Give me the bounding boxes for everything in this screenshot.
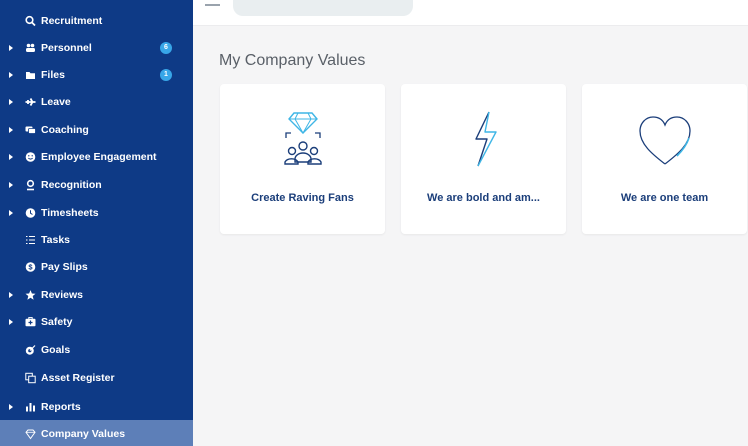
bar-chart-icon — [25, 401, 36, 412]
award-icon — [25, 179, 36, 190]
folder-icon — [25, 69, 36, 80]
sidebar-item-label: Timesheets — [41, 206, 99, 219]
sidebar: Recruitment Personnel 6 Files 1 Leave Co… — [0, 0, 193, 446]
diamond-icon — [25, 428, 36, 439]
expand-arrow-icon[interactable] — [9, 98, 13, 105]
value-card-label: Create Raving Fans — [251, 192, 354, 204]
page-title: My Company Values — [219, 52, 366, 69]
sidebar-item-goals[interactable]: Goals — [0, 336, 193, 363]
top-bar — [193, 0, 748, 26]
sidebar-item-recruitment[interactable]: Recruitment — [0, 7, 193, 34]
sidebar-item-recognition[interactable]: Recognition — [0, 171, 193, 198]
sidebar-item-files[interactable]: Files 1 — [0, 61, 193, 88]
value-card-label: We are one team — [620, 192, 709, 204]
people-icon — [25, 42, 36, 53]
sidebar-item-label: Pay Slips — [41, 260, 88, 273]
target-icon — [25, 344, 36, 355]
sidebar-item-leave[interactable]: Leave — [0, 88, 193, 115]
expand-arrow-icon[interactable] — [9, 181, 13, 188]
menu-icon[interactable] — [205, 4, 220, 6]
notification-badge: 6 — [160, 41, 172, 54]
sidebar-item-personnel[interactable]: Personnel 6 — [0, 34, 193, 61]
sidebar-item-timesheets[interactable]: Timesheets — [0, 199, 193, 226]
expand-arrow-icon[interactable] — [9, 318, 13, 325]
search-input[interactable] — [233, 0, 413, 16]
diamond-people-icon — [220, 104, 385, 174]
notification-badge: 1 — [160, 68, 172, 81]
sidebar-item-label: Company Values — [41, 427, 126, 440]
value-card-bold-and-ambitious[interactable]: We are bold and am... — [401, 84, 566, 234]
sidebar-item-label: Safety — [41, 315, 73, 328]
sidebar-item-label: Files — [41, 68, 65, 81]
sidebar-item-label: Personnel — [41, 41, 92, 54]
sidebar-item-label: Coaching — [41, 123, 89, 136]
smile-icon — [25, 151, 36, 162]
sidebar-item-coaching[interactable]: Coaching — [0, 116, 193, 143]
sidebar-item-label: Recruitment — [41, 14, 103, 27]
sidebar-item-reviews[interactable]: Reviews — [0, 281, 193, 308]
sidebar-item-label: Recognition — [41, 178, 102, 191]
expand-arrow-icon[interactable] — [9, 71, 13, 78]
dollar-icon: $ — [25, 261, 36, 272]
sidebar-item-label: Goals — [41, 343, 71, 356]
value-card-one-team[interactable]: We are one team — [582, 84, 747, 234]
copy-icon — [25, 372, 36, 383]
sidebar-item-label: Reviews — [41, 288, 84, 301]
star-icon — [25, 289, 36, 300]
expand-arrow-icon[interactable] — [9, 153, 13, 160]
expand-arrow-icon[interactable] — [9, 209, 13, 216]
sidebar-item-label: Tasks — [41, 233, 70, 246]
sidebar-item-label: Reports — [41, 400, 81, 413]
sidebar-item-employee-engagement[interactable]: Employee Engagement — [0, 143, 193, 170]
sidebar-item-reports[interactable]: Reports — [0, 393, 193, 420]
main-content: My Company Values Create Raving Fans We … — [193, 0, 748, 446]
sidebar-item-label: Asset Register — [41, 371, 115, 384]
expand-arrow-icon[interactable] — [9, 291, 13, 298]
sidebar-item-pay-slips[interactable]: $ Pay Slips — [0, 253, 193, 280]
sidebar-item-asset-register[interactable]: Asset Register — [0, 364, 193, 391]
search-people-icon — [25, 15, 36, 26]
first-aid-icon — [25, 316, 36, 327]
value-card-create-raving-fans[interactable]: Create Raving Fans — [220, 84, 385, 234]
list-icon — [25, 234, 36, 245]
sidebar-item-label: Employee Engagement — [41, 150, 157, 163]
chat-icon — [25, 124, 36, 135]
clock-icon — [25, 207, 36, 218]
expand-arrow-icon[interactable] — [9, 403, 13, 410]
expand-arrow-icon[interactable] — [9, 44, 13, 51]
sidebar-item-company-values[interactable]: Company Values — [0, 420, 193, 446]
sidebar-item-safety[interactable]: Safety — [0, 308, 193, 335]
expand-arrow-icon[interactable] — [9, 126, 13, 133]
lightning-icon — [401, 104, 566, 174]
heart-icon — [582, 104, 747, 174]
sidebar-item-tasks[interactable]: Tasks — [0, 226, 193, 253]
plane-icon — [25, 96, 36, 107]
sidebar-item-label: Leave — [41, 95, 71, 108]
value-card-label: We are bold and am... — [427, 192, 540, 204]
